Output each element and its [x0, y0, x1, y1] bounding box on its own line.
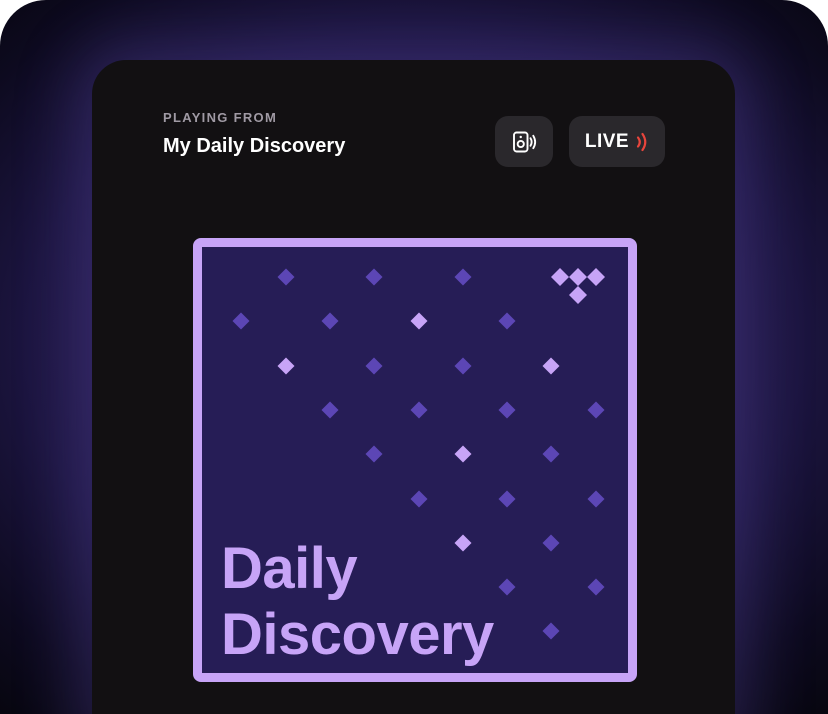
pattern-diamond — [498, 578, 516, 596]
pattern-diamond — [365, 268, 383, 286]
playlist-name[interactable]: My Daily Discovery — [163, 135, 345, 158]
live-label: LIVE — [584, 130, 630, 152]
broadcast-waves-icon — [637, 132, 647, 151]
tidal-logo-icon — [551, 268, 605, 304]
pattern-diamond — [542, 534, 560, 552]
live-button[interactable]: LIVE — [569, 116, 665, 167]
pattern-diamond — [365, 445, 383, 463]
artwork-title: Daily Discovery — [221, 536, 494, 668]
pattern-diamond — [498, 312, 516, 330]
pattern-diamond — [454, 268, 472, 286]
pattern-diamond — [321, 401, 339, 419]
pattern-diamond — [454, 445, 472, 463]
playing-from-label: PLAYING FROM — [163, 110, 278, 125]
pattern-diamond — [321, 312, 339, 330]
artwork-title-line1: Daily — [221, 536, 358, 601]
pattern-diamond — [277, 268, 295, 286]
pattern-diamond — [277, 357, 295, 375]
pattern-diamond — [410, 490, 428, 508]
artwork-title-line2: Discovery — [221, 602, 494, 667]
pattern-diamond — [498, 490, 516, 508]
pattern-diamond — [498, 401, 516, 419]
pattern-diamond — [410, 401, 428, 419]
pattern-diamond — [410, 312, 428, 330]
pattern-diamond — [365, 357, 383, 375]
device-frame: PLAYING FROM My Daily Discovery LIVE Dai… — [0, 0, 828, 714]
pattern-diamond — [542, 622, 560, 640]
tidal-logo-diamond — [569, 286, 587, 304]
pattern-diamond — [232, 312, 250, 330]
pattern-diamond — [542, 445, 560, 463]
playlist-artwork[interactable]: Daily Discovery — [193, 238, 637, 682]
pattern-diamond — [587, 578, 605, 596]
tidal-logo-diamond — [569, 268, 587, 286]
pattern-diamond — [454, 357, 472, 375]
pattern-diamond — [587, 401, 605, 419]
cast-button[interactable] — [495, 116, 553, 167]
pattern-diamond — [542, 357, 560, 375]
speaker-cast-icon — [513, 131, 537, 152]
tidal-logo-diamond — [551, 268, 569, 286]
now-playing-screen: PLAYING FROM My Daily Discovery LIVE Dai… — [92, 60, 735, 714]
tidal-logo-diamond — [587, 268, 605, 286]
pattern-diamond — [587, 490, 605, 508]
